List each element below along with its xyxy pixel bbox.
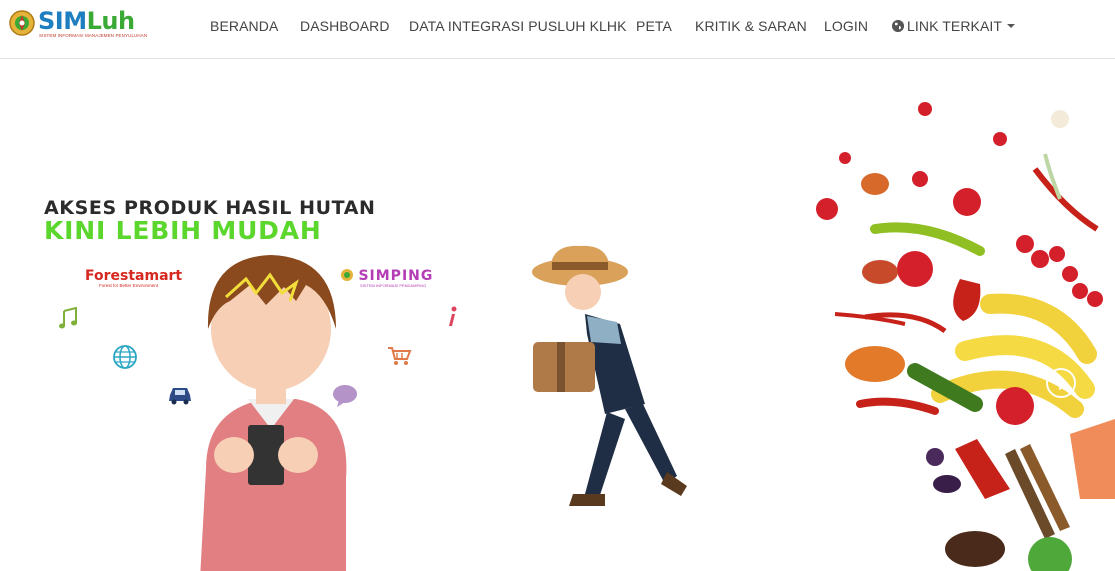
forestamart-logo: Forestamart Forest for Better Environmen… [85,267,182,288]
nav-item-kritik-saran[interactable]: KRITIK & SARAN [695,18,807,34]
globe-icon [113,345,137,369]
hero-headline-line2: KINI LEBIH MUDAH [44,216,322,245]
logo-subtitle: SISTEM INFORMASI MANAJEMEN PENYULUHAN [39,33,148,38]
nav-item-data-integrasi[interactable]: DATA INTEGRASI PUSLUH KLHK [409,18,627,34]
simluh-logo[interactable]: SIMLuh SISTEM INFORMASI MANAJEMEN PENYUL… [8,7,147,41]
nav-item-peta[interactable]: PETA [636,18,672,34]
simping-tagline: SISTEM INFORMASI PENDAMPING [360,283,427,288]
caret-down-icon [1007,24,1016,29]
music-note-icon [59,307,77,329]
farmer-carrying-box-illustration [532,245,687,506]
globe-icon [892,20,904,32]
hero-banner: AKSES PRODUK HASIL HUTAN KINI LEBIH MUDA… [0,59,1115,571]
klhk-emblem-icon [9,10,35,36]
info-icon [449,306,457,326]
nav-item-link-terkait-label: LINK TERKAIT [907,18,1003,34]
forestamart-name: Forestamart [85,268,183,284]
carousel-next-button[interactable] [1046,368,1076,398]
nav-item-beranda[interactable]: BERANDA [210,18,278,34]
logo-wordmark: SIMLuh [38,7,135,35]
vegetables-photo [816,102,1115,571]
woman-with-phone-illustration [200,255,347,571]
simping-name: SIMPING [358,268,434,284]
nav-item-link-terkait[interactable]: LINK TERKAIT [892,18,1016,34]
top-navbar: SIMLuh SISTEM INFORMASI MANAJEMEN PENYUL… [0,0,1115,59]
nav-item-login[interactable]: LOGIN [824,18,868,34]
shopping-cart-icon [388,347,412,365]
nav-item-dashboard[interactable]: DASHBOARD [300,18,390,34]
